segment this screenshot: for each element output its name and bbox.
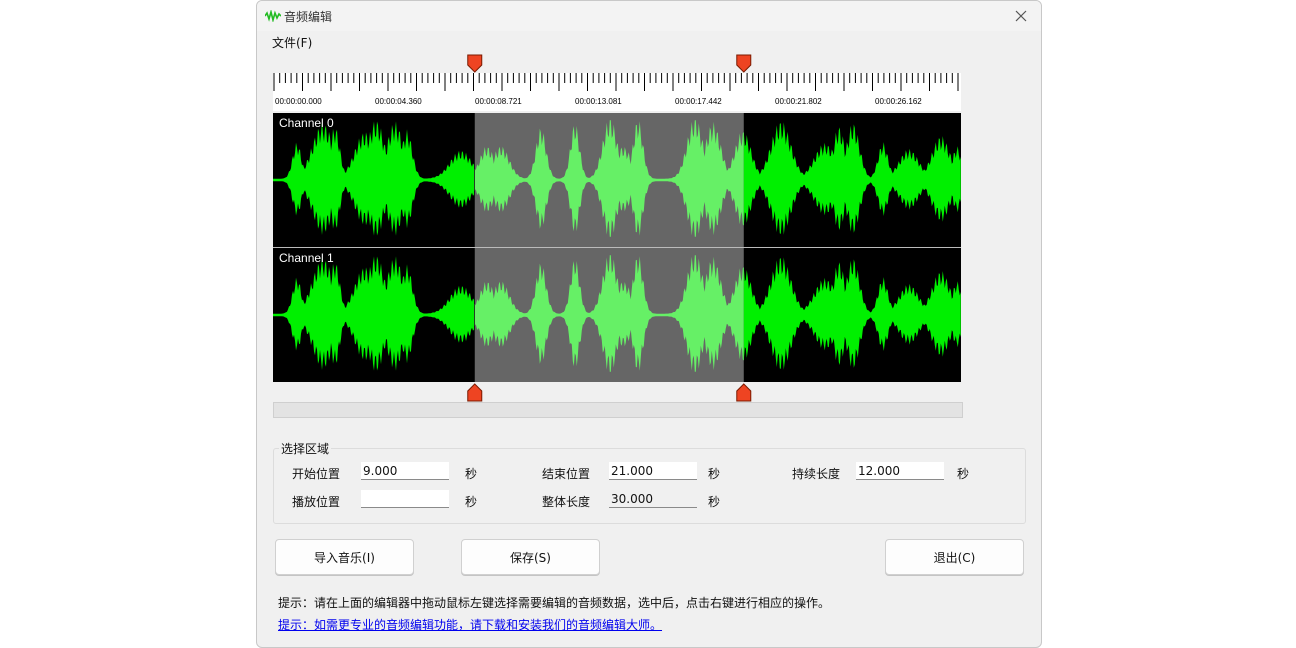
exit-button[interactable]: 退出(C) <box>885 539 1024 575</box>
duration-label: 持续长度 <box>792 467 841 481</box>
selection-end-marker-bottom[interactable] <box>736 383 752 402</box>
ruler-label: 00:00:04.360 <box>375 97 422 106</box>
horizontal-scrollbar[interactable] <box>273 402 963 418</box>
selection-group <box>273 448 1026 524</box>
ruler-label: 00:00:26.162 <box>875 97 922 106</box>
end-position-label: 结束位置 <box>542 467 591 481</box>
start-position-label: 开始位置 <box>292 467 341 481</box>
close-button[interactable] <box>1009 5 1033 27</box>
window-title: 音频编辑 <box>284 10 333 24</box>
duration-unit: 秒 <box>957 467 970 481</box>
ruler-label: 00:00:00.000 <box>275 97 322 106</box>
play-unit: 秒 <box>465 495 478 509</box>
audio-editor-window: 音频编辑 文件(F) 00:00:00.000 00:00:04.360 00:00… <box>256 0 1042 648</box>
pro-editor-link[interactable]: 提示：如需更专业的音频编辑功能，请下载和安装我们的音频编辑大师。 <box>278 616 662 633</box>
waveform-editor[interactable]: 00:00:00.000 00:00:04.360 00:00:08.721 00:0… <box>273 53 963 403</box>
total-unit: 秒 <box>708 495 721 509</box>
play-position-label: 播放位置 <box>292 495 341 509</box>
ruler-label: 00:00:17.442 <box>675 97 722 106</box>
ruler-label: 00:00:08.721 <box>475 97 522 106</box>
app-icon <box>265 10 281 22</box>
marker-handle[interactable] <box>736 54 752 73</box>
end-unit: 秒 <box>708 467 721 481</box>
menu-bar: 文件(F) <box>257 31 1041 53</box>
selection-group-title: 选择区域 <box>279 440 332 457</box>
selection-start-marker-bottom[interactable] <box>467 383 483 402</box>
save-button[interactable]: 保存(S) <box>461 539 600 575</box>
ruler-label: 00:00:21.802 <box>775 97 822 106</box>
hint-text: 提示：请在上面的编辑器中拖动鼠标左键选择需要编辑的音频数据，选中后，点击右键进行… <box>278 596 831 610</box>
start-position-input[interactable] <box>361 462 449 480</box>
marker-handle[interactable] <box>467 383 483 402</box>
menu-file[interactable]: 文件(F) <box>272 34 312 51</box>
channel-0-label: Channel 0 <box>279 116 334 130</box>
end-position-input[interactable] <box>609 462 697 480</box>
play-position-input[interactable] <box>361 490 449 508</box>
marker-handle[interactable] <box>736 383 752 402</box>
close-icon[interactable] <box>1015 10 1027 22</box>
total-length-label: 整体长度 <box>542 495 591 509</box>
start-unit: 秒 <box>465 467 478 481</box>
selection-start-marker-top[interactable] <box>467 54 483 73</box>
title-bar[interactable]: 音频编辑 <box>257 1 1041 31</box>
selection-end-marker-top[interactable] <box>736 54 752 73</box>
import-music-button[interactable]: 导入音乐(I) <box>275 539 414 575</box>
channel-1-label: Channel 1 <box>279 251 334 265</box>
ruler-label: 00:00:13.081 <box>575 97 622 106</box>
marker-handle[interactable] <box>467 54 483 73</box>
total-length-input <box>609 490 697 508</box>
duration-input[interactable] <box>856 462 944 480</box>
